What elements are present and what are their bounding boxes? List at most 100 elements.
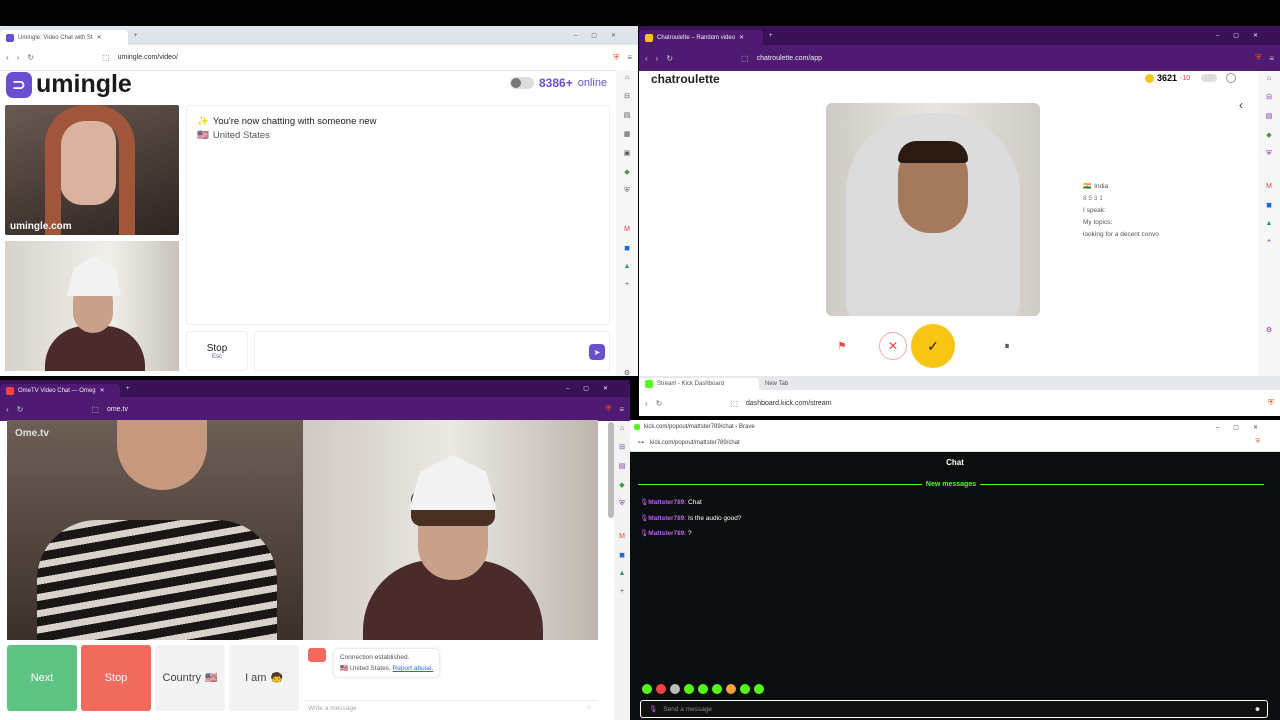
emote-icon[interactable] bbox=[642, 684, 652, 694]
back-icon[interactable]: ‹ bbox=[645, 54, 648, 63]
menu-icon[interactable]: ≡ bbox=[627, 53, 632, 62]
outlook-icon[interactable]: ◼ bbox=[1266, 201, 1272, 209]
kick-chat-url[interactable]: kick.com/popout/mattster789/chat bbox=[650, 440, 740, 446]
ometv-message-input[interactable]: Write a message ☺ bbox=[304, 700, 598, 716]
reload-icon[interactable]: ↻ bbox=[27, 53, 34, 62]
back-icon[interactable]: ‹ bbox=[645, 399, 648, 408]
gmail-icon[interactable]: M bbox=[1266, 183, 1272, 190]
online-toggle[interactable] bbox=[510, 77, 534, 89]
settings-icon[interactable]: ⚙ bbox=[624, 369, 630, 376]
chat-username[interactable]: Mattster789 bbox=[648, 515, 684, 522]
close-tab-icon[interactable]: ✕ bbox=[739, 34, 744, 41]
back-icon[interactable]: ‹ bbox=[6, 405, 9, 414]
toggle-switch[interactable] bbox=[1201, 74, 1218, 82]
umingle-message-input[interactable]: ➤ bbox=[254, 331, 610, 371]
emoji-icon[interactable]: ☺ bbox=[585, 704, 592, 711]
gmail-icon[interactable]: M bbox=[619, 533, 625, 540]
reload-icon[interactable]: ↻ bbox=[17, 405, 24, 414]
emoji-picker-icon[interactable]: ☻ bbox=[1254, 706, 1261, 713]
extension-icon[interactable]: ◆ bbox=[624, 168, 629, 176]
chatroulette-tab[interactable]: Chatroulette – Random video ✕ bbox=[639, 30, 763, 45]
menu-icon[interactable]: ≡ bbox=[1269, 54, 1274, 63]
home-icon[interactable]: ⌂ bbox=[620, 425, 624, 432]
site-info-icon[interactable]: ⊶ bbox=[638, 439, 644, 446]
emote-icon[interactable] bbox=[740, 684, 750, 694]
drive-icon[interactable]: ▲ bbox=[624, 263, 631, 270]
stop-button[interactable]: Stop Esc bbox=[186, 331, 248, 371]
url-field[interactable]: dashboard.kick.com/stream bbox=[746, 400, 832, 407]
home-icon[interactable]: ⌂ bbox=[1267, 75, 1271, 82]
add-icon[interactable]: + bbox=[1267, 238, 1271, 245]
country-button[interactable]: Country 🇺🇸 bbox=[155, 645, 225, 711]
bookmark-icon[interactable]: ⬚ bbox=[102, 53, 110, 62]
window-controls[interactable]: –▢✕ bbox=[566, 385, 622, 392]
bookmark-icon[interactable]: ⬚ bbox=[741, 54, 749, 63]
wallet-icon[interactable]: ▣ bbox=[624, 149, 631, 157]
drive-icon[interactable]: ▲ bbox=[1266, 220, 1273, 227]
vpn-icon[interactable]: ⛨ bbox=[619, 500, 624, 508]
kick-dashboard-tab[interactable]: Stream - Kick Dashboard bbox=[639, 378, 759, 390]
back-icon[interactable]: ‹ bbox=[6, 53, 9, 62]
window-controls[interactable]: –▢✕ bbox=[1216, 424, 1272, 431]
window-controls[interactable]: –▢✕ bbox=[574, 32, 630, 39]
emote-icon[interactable] bbox=[670, 684, 680, 694]
menu-icon[interactable]: ≡ bbox=[619, 405, 624, 414]
history-icon[interactable]: ▤ bbox=[1266, 112, 1273, 120]
home-icon[interactable]: ⌂ bbox=[625, 74, 629, 81]
brave-shield-icon[interactable]: ⛨ bbox=[605, 404, 611, 414]
emote-icon[interactable] bbox=[726, 684, 736, 694]
brave-shield-icon[interactable]: ⛨ bbox=[1268, 398, 1274, 408]
reload-icon[interactable]: ↻ bbox=[656, 399, 663, 408]
back-arrow-icon[interactable]: ‹ bbox=[1239, 98, 1243, 112]
new-tab-icon[interactable]: + bbox=[126, 386, 130, 392]
brave-shield-icon[interactable]: ⛨ bbox=[1255, 53, 1261, 63]
forward-icon[interactable]: › bbox=[17, 53, 20, 62]
close-tab-icon[interactable]: ✕ bbox=[100, 387, 105, 394]
profile-icon[interactable] bbox=[1226, 73, 1237, 83]
bookmarks-icon[interactable]: ⊟ bbox=[624, 92, 630, 100]
umingle-tab[interactable]: Umingle: Video Chat with St ✕ bbox=[0, 30, 128, 45]
reading-icon[interactable]: ▦ bbox=[624, 130, 631, 138]
chat-username[interactable]: Mattster789 bbox=[648, 530, 684, 537]
url-field[interactable]: chatroulette.com/app bbox=[757, 55, 822, 62]
new-tab-icon[interactable]: + bbox=[769, 33, 773, 39]
bookmarks-icon[interactable]: ⊟ bbox=[1266, 93, 1272, 101]
reload-icon[interactable]: ↻ bbox=[666, 54, 673, 63]
vpn-icon[interactable]: ⛨ bbox=[624, 187, 629, 195]
brave-shield-icon[interactable]: ⛨ bbox=[613, 53, 619, 63]
add-icon[interactable]: + bbox=[625, 281, 629, 288]
new-tab-tab[interactable]: New Tab bbox=[759, 378, 859, 390]
vpn-icon[interactable]: ⛨ bbox=[1266, 150, 1271, 158]
next-button[interactable]: Next bbox=[7, 645, 77, 711]
chat-username[interactable]: Mattster789 bbox=[648, 499, 684, 506]
gmail-icon[interactable]: M bbox=[624, 226, 630, 233]
url-field[interactable]: umingle.com/video/ bbox=[118, 54, 178, 61]
pause-button[interactable]: ⏸ bbox=[999, 338, 1015, 354]
add-icon[interactable]: + bbox=[620, 588, 624, 595]
send-icon[interactable]: ➤ bbox=[589, 344, 605, 360]
extension-icon[interactable]: ◆ bbox=[1266, 131, 1271, 139]
emote-icon[interactable] bbox=[698, 684, 708, 694]
ometv-tab[interactable]: OmeTV Video Chat — Omeg ✕ bbox=[0, 384, 120, 397]
drive-icon[interactable]: ▲ bbox=[619, 570, 626, 577]
history-icon[interactable]: ▤ bbox=[624, 111, 631, 119]
outlook-icon[interactable]: ◼ bbox=[619, 551, 625, 559]
bookmarks-icon[interactable]: ⊟ bbox=[619, 443, 625, 451]
new-tab-icon[interactable]: + bbox=[134, 33, 138, 39]
i-am-button[interactable]: I am 🧒 bbox=[229, 645, 299, 711]
url-field[interactable]: ome.tv bbox=[107, 406, 128, 413]
forward-icon[interactable]: › bbox=[656, 54, 659, 63]
extension-icon[interactable]: ◆ bbox=[619, 481, 624, 489]
report-flag-icon[interactable]: ⚑ bbox=[835, 339, 849, 353]
emote-icon[interactable] bbox=[684, 684, 694, 694]
close-tab-icon[interactable]: ✕ bbox=[97, 34, 102, 41]
emote-icon[interactable] bbox=[656, 684, 666, 694]
settings-icon[interactable]: ⚙ bbox=[1266, 326, 1272, 334]
skip-button[interactable]: ✕ bbox=[879, 332, 907, 360]
mic-icon[interactable]: 🎙 bbox=[649, 705, 657, 713]
bookmark-icon[interactable]: ⬚ bbox=[730, 399, 738, 408]
bookmark-icon[interactable]: ⬚ bbox=[91, 405, 99, 414]
accept-button[interactable]: ✓ bbox=[911, 324, 955, 368]
chat-message-input[interactable]: 🎙 Send a message ☻ bbox=[640, 700, 1268, 718]
ometv-stop-button[interactable]: Stop bbox=[81, 645, 151, 711]
